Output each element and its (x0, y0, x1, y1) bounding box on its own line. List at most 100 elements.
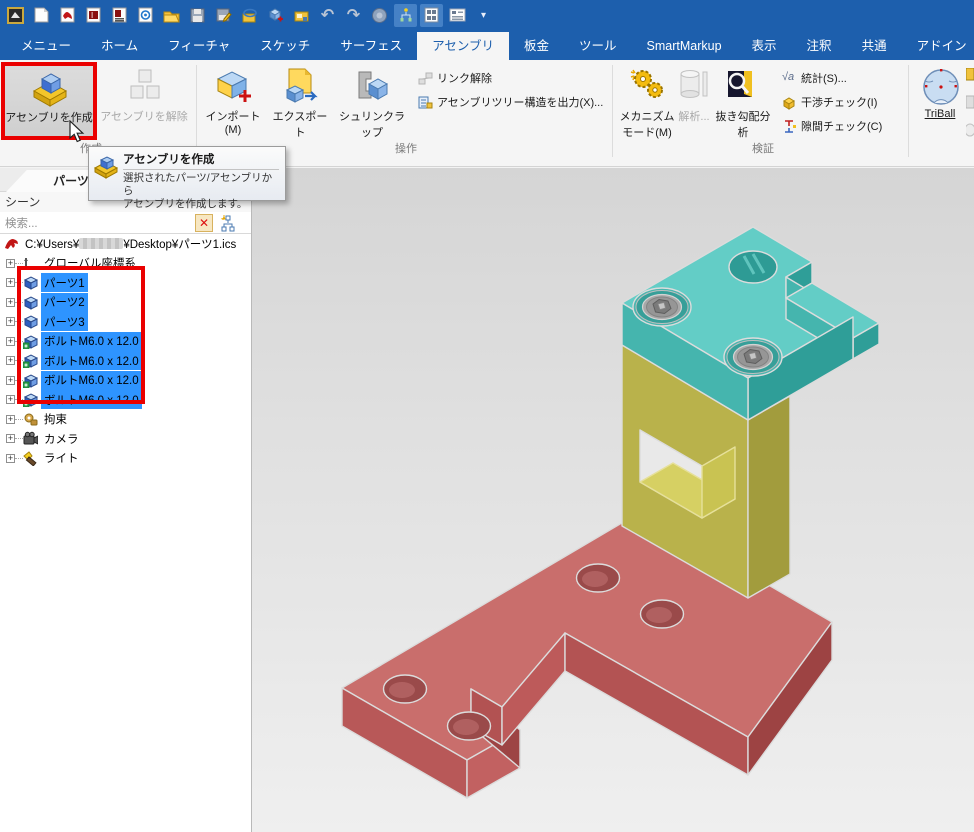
tab-surface[interactable]: サーフェス (325, 32, 417, 60)
tab-common[interactable]: 共通 (847, 32, 902, 60)
filter-tree-icon[interactable] (219, 214, 237, 232)
interference-check-button[interactable]: 干渉チェック(I) (782, 92, 877, 112)
triball-button[interactable]: TriBall (914, 64, 966, 120)
scene-root-icon (4, 236, 19, 251)
tree-item-label: ボルトM6.0 x 12.0 (41, 332, 142, 351)
search-bar: 検索... ✕ (0, 212, 251, 234)
tab-sheetmetal[interactable]: 板金 (509, 32, 564, 60)
scene-tree-toggle-icon[interactable] (394, 4, 417, 27)
new-document-icon[interactable] (30, 4, 53, 27)
top-plate-open-hole (729, 251, 777, 283)
tree-item-constraints[interactable]: 拘束 (0, 410, 70, 430)
tree-item-bolt-3[interactable]: ボルトM6.0 x 12.0 (0, 371, 142, 391)
clipped-right-icons (966, 68, 974, 158)
redo-icon[interactable]: ↷ (342, 4, 365, 27)
drawing-template-icon[interactable] (108, 4, 131, 27)
part-icon (23, 314, 38, 329)
interference-check-icon (782, 95, 797, 110)
tab-addin[interactable]: アドイン (902, 32, 974, 60)
axes-icon (23, 256, 38, 271)
panel-toggle-icon[interactable] (420, 4, 443, 27)
mechanism-mode-button[interactable]: メカニズム モード(M) (616, 64, 678, 140)
svg-text:I: I (91, 11, 93, 20)
tab-home[interactable]: ホーム (86, 32, 153, 60)
model-bolt-2[interactable] (724, 338, 782, 376)
expand-toggle[interactable] (6, 259, 15, 268)
tab-sketch[interactable]: スケッチ (245, 32, 325, 60)
catalog-box-icon[interactable] (290, 4, 313, 27)
tree-root-row[interactable]: C:¥Users¥¥Desktop¥パーツ1.ics (0, 234, 239, 254)
tab-feature[interactable]: フィーチャ (153, 32, 245, 60)
expand-toggle[interactable] (6, 415, 15, 424)
tab-smartmarkup[interactable]: SmartMarkup (632, 32, 737, 60)
bolt-part-icon (23, 392, 38, 407)
tree-item-bolt-4[interactable]: ボルトM6.0 x 12.0 (0, 390, 142, 410)
open-folder-icon[interactable] (160, 4, 183, 27)
insert-part-icon[interactable] (264, 4, 287, 27)
shrinkwrap-button[interactable]: シュリンクラップ (334, 64, 410, 140)
bolt-part-icon (23, 334, 38, 349)
save-icon[interactable] (186, 4, 209, 27)
clear-search-button[interactable]: ✕ (195, 214, 213, 232)
tree-item-global-axes[interactable]: グローバル座標系 (0, 254, 139, 274)
undo-icon[interactable]: ↶ (316, 4, 339, 27)
tree-item-lights[interactable]: ライト (0, 449, 82, 469)
mechanism-mode-label-1: メカニズム (620, 111, 675, 123)
expand-toggle[interactable] (6, 454, 15, 463)
export-assembly-tree-button[interactable]: アセンブリツリー構造を出力(X)... (418, 92, 603, 112)
save-edit-icon[interactable] (212, 4, 235, 27)
tooltip-create-assembly: アセンブリを作成 選択されたパーツ/アセンブリから アセンブリを作成します。 (88, 146, 286, 201)
tab-view[interactable]: 表示 (737, 32, 792, 60)
export-button[interactable]: エクスポート (268, 64, 332, 140)
tree-item-part1[interactable]: パーツ1 (0, 273, 88, 293)
tree-item-label: ボルトM6.0 x 12.0 (41, 371, 142, 390)
new-scene-icon[interactable] (56, 4, 79, 27)
expand-toggle[interactable] (6, 376, 15, 385)
import-button[interactable]: インポート(M) (200, 64, 266, 136)
tree-root-label: C:¥Users¥¥Desktop¥パーツ1.ics (22, 234, 239, 253)
catalog-browser-icon[interactable] (134, 4, 157, 27)
tree-item-label: パーツ3 (41, 312, 88, 331)
clearance-check-button[interactable]: 隙間チェック(C) (782, 116, 882, 136)
analysis-icon (677, 66, 711, 106)
camera-icon (23, 431, 38, 446)
model-bolt-1[interactable] (633, 288, 691, 326)
export-tree-label: アセンブリツリー構造を出力(X)... (437, 94, 603, 110)
viewport-3d[interactable] (252, 168, 974, 832)
expand-toggle[interactable] (6, 395, 15, 404)
expand-toggle[interactable] (6, 298, 15, 307)
expand-toggle[interactable] (6, 434, 15, 443)
draft-analysis-button[interactable]: 抜き勾配分析 (712, 64, 774, 140)
drawing-document-icon[interactable]: I (82, 4, 105, 27)
tab-annotation[interactable]: 注釈 (792, 32, 847, 60)
clearance-check-icon (782, 119, 797, 134)
statistics-icon: √a (782, 71, 797, 86)
sphere-view-icon[interactable] (368, 4, 391, 27)
tab-menu[interactable]: メニュー (6, 32, 86, 60)
statistics-button[interactable]: √a 統計(S)... (782, 68, 847, 88)
search-input[interactable]: 検索... (5, 215, 38, 231)
expand-toggle[interactable] (6, 278, 15, 287)
customize-dropdown-icon[interactable]: ▾ (472, 4, 495, 27)
property-list-icon[interactable] (446, 4, 469, 27)
expand-toggle[interactable] (6, 356, 15, 365)
draft-analysis-label: 抜き勾配分析 (716, 111, 771, 139)
tree-item-bolt-1[interactable]: ボルトM6.0 x 12.0 (0, 332, 142, 352)
part-icon (23, 275, 38, 290)
group-label-operation: 操作 (395, 140, 417, 156)
tree-item-bolt-2[interactable]: ボルトM6.0 x 12.0 (0, 351, 142, 371)
tab-tools[interactable]: ツール (564, 32, 632, 60)
assembly-model (252, 168, 974, 832)
send-scene-icon[interactable] (238, 4, 261, 27)
unlink-label: リンク解除 (437, 70, 492, 86)
draft-analysis-icon (722, 66, 764, 106)
tree-item-part3[interactable]: パーツ3 (0, 312, 88, 332)
tree-item-camera[interactable]: カメラ (0, 429, 82, 449)
expand-toggle[interactable] (6, 317, 15, 326)
tab-assembly[interactable]: アセンブリ (417, 32, 509, 60)
expand-toggle[interactable] (6, 337, 15, 346)
import-label: インポート(M) (206, 111, 261, 136)
statistics-label: 統計(S)... (801, 70, 847, 86)
unlink-icon (418, 71, 433, 86)
tree-item-part2[interactable]: パーツ2 (0, 293, 88, 313)
